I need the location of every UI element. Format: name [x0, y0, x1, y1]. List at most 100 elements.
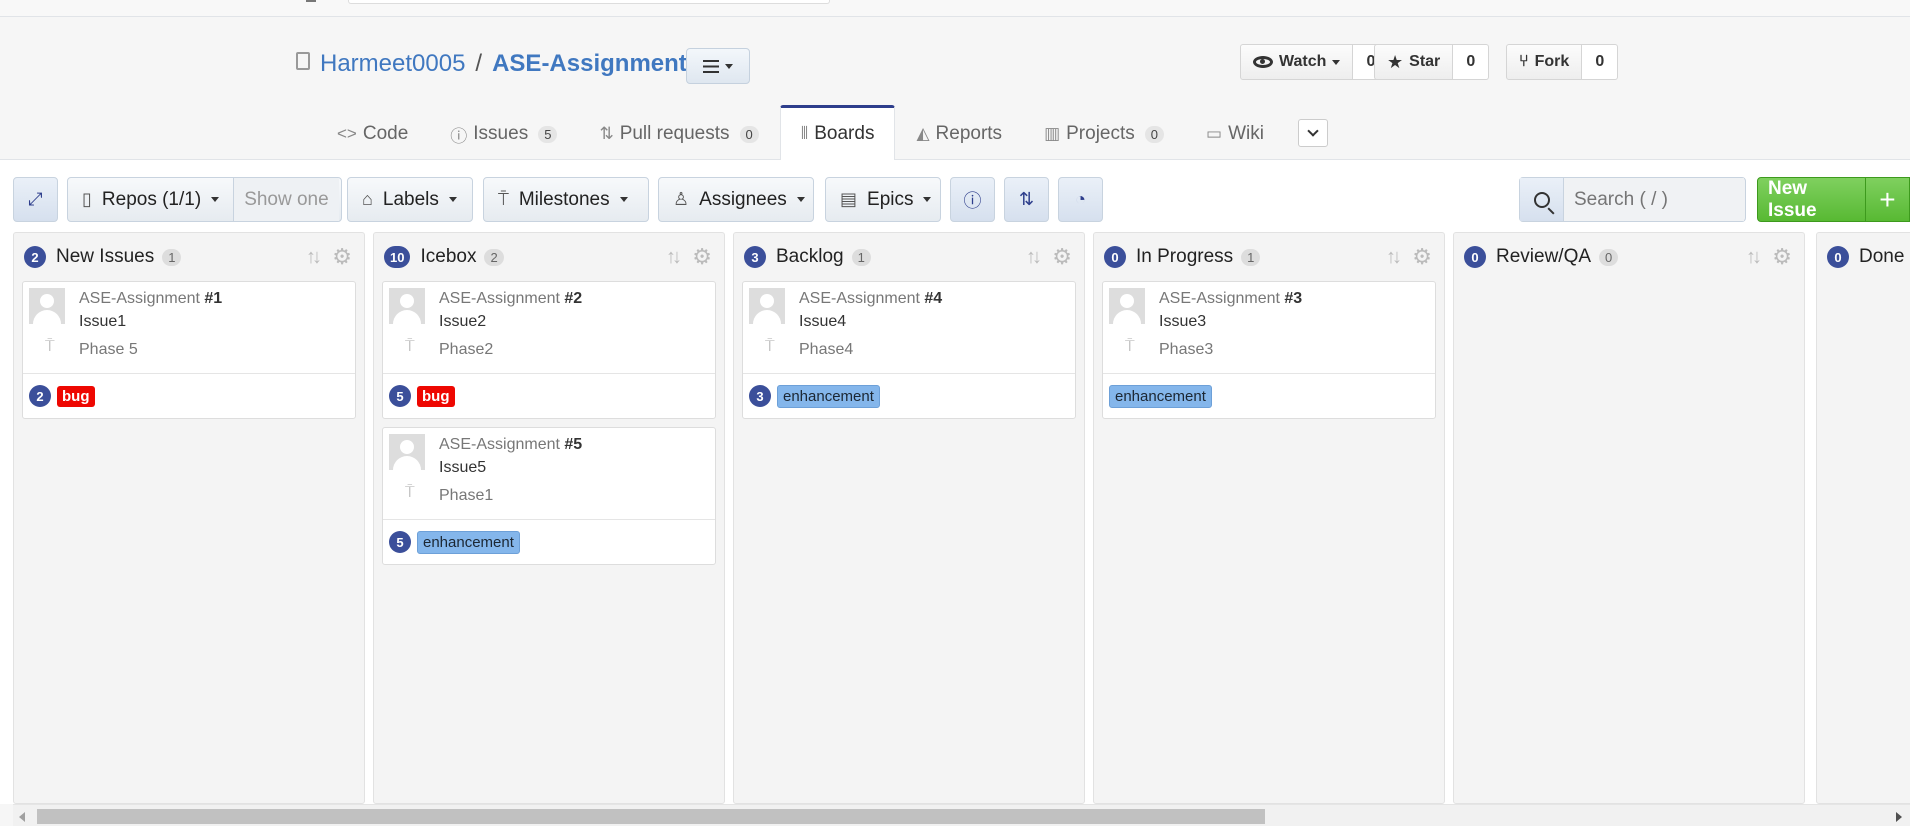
- pipeline-in-progress: 0 In Progress 1 ↑↓ ⚙ ASE-Assignment #3 I…: [1093, 232, 1445, 804]
- gear-icon[interactable]: ⚙: [1772, 244, 1792, 270]
- issue-icon: ⓘ: [963, 190, 982, 211]
- issue-milestone: Phase1: [439, 487, 494, 504]
- closed-toggle-button[interactable]: ◔: [1058, 177, 1103, 222]
- fork-count[interactable]: 0: [1582, 44, 1619, 80]
- pipeline-header: 0 Review/QA 0 ↑↓ ⚙: [1454, 233, 1804, 281]
- list-icon: [703, 59, 719, 73]
- scroll-left-icon[interactable]: [19, 812, 25, 822]
- horizontal-scrollbar[interactable]: [13, 804, 1910, 826]
- sort-icon[interactable]: ↑↓: [1386, 246, 1402, 269]
- milestones-label: Milestones: [518, 188, 610, 210]
- top-search-bar[interactable]: [348, 0, 830, 4]
- issue-card[interactable]: ASE-Assignment #5 Issue5 ⍑ Phase1 5 enha…: [382, 427, 716, 565]
- tab-wiki[interactable]: ▭ Wiki: [1185, 107, 1285, 160]
- chevron-down-icon: [448, 197, 457, 202]
- scrollbar-thumb[interactable]: [37, 809, 1265, 824]
- epics-filter[interactable]: ▤ Epics: [825, 177, 941, 222]
- labels-filter[interactable]: ⌂ Labels: [347, 177, 473, 222]
- issue-title[interactable]: Issue5: [439, 459, 486, 477]
- label-enhancement[interactable]: enhancement: [417, 530, 520, 554]
- issue-card[interactable]: ASE-Assignment #3 Issue3 ⍑ Phase3 enhanc…: [1102, 281, 1436, 419]
- pipeline-title: Review/QA: [1496, 246, 1592, 267]
- pipeline-estimate: 0: [1464, 246, 1486, 268]
- gear-icon[interactable]: ⚙: [692, 244, 712, 270]
- repos-label: Repos (1/1): [101, 188, 202, 210]
- tab-label: Projects: [1066, 123, 1135, 144]
- pipeline-review-qa: 0 Review/QA 0 ↑↓ ⚙: [1453, 232, 1805, 804]
- issue-milestone: Phase4: [799, 341, 854, 358]
- pipeline-title: Icebox: [420, 246, 477, 267]
- gear-icon[interactable]: ⚙: [1052, 244, 1072, 270]
- sort-icon[interactable]: ↑↓: [666, 246, 682, 269]
- gear-icon[interactable]: ⚙: [1412, 244, 1432, 270]
- fork-label: Fork: [1534, 53, 1570, 70]
- label-enhancement[interactable]: enhancement: [1109, 384, 1212, 408]
- search-input[interactable]: [1564, 178, 1744, 221]
- pull-requests-toggle-button[interactable]: ⇅: [1004, 177, 1049, 222]
- issue-title[interactable]: Issue3: [1159, 313, 1206, 331]
- board-toolbar: ⤢ ▯ Repos (1/1) Show one ⌂ Labels ⍑ Mile…: [0, 160, 1910, 232]
- label-bug[interactable]: bug: [57, 385, 95, 407]
- tab-issues[interactable]: ⓘ Issues 5: [429, 107, 578, 160]
- gear-icon[interactable]: ⚙: [332, 244, 352, 270]
- tab-code[interactable]: <> Code: [316, 107, 429, 160]
- eye-icon: [1253, 56, 1273, 68]
- star-count[interactable]: 0: [1453, 44, 1490, 80]
- issue-card[interactable]: ASE-Assignment #1 Issue1 ⍑ Phase 5 2 bug: [22, 281, 356, 419]
- repo-separator: /: [475, 50, 483, 77]
- issue-card[interactable]: ASE-Assignment #4 Issue4 ⍑ Phase4 3 enha…: [742, 281, 1076, 419]
- new-issue-button[interactable]: New Issue +: [1757, 177, 1910, 222]
- issue-title[interactable]: Issue1: [79, 313, 126, 331]
- label-bug[interactable]: bug: [417, 385, 455, 407]
- issue-ref[interactable]: ASE-Assignment #1: [79, 290, 222, 308]
- milestones-filter[interactable]: ⍑ Milestones: [483, 177, 649, 222]
- label-enhancement[interactable]: enhancement: [777, 384, 880, 408]
- repo-menu-button[interactable]: [686, 48, 750, 84]
- expand-button[interactable]: ⤢: [13, 177, 58, 222]
- chevron-down-icon: [796, 197, 805, 202]
- wiki-icon: ▭: [1206, 124, 1223, 143]
- issue-ref[interactable]: ASE-Assignment #4: [799, 290, 942, 308]
- repo-name-link[interactable]: ASE-Assignment: [492, 50, 687, 78]
- issue-card[interactable]: ASE-Assignment #2 Issue2 ⍑ Phase2 5 bug: [382, 281, 716, 419]
- repo-book-icon: ▯: [82, 189, 92, 209]
- issues-toggle-button[interactable]: ⓘ: [950, 177, 995, 222]
- issue-ref[interactable]: ASE-Assignment #3: [1159, 290, 1302, 308]
- star-button[interactable]: ★ Star: [1374, 44, 1454, 80]
- watch-button[interactable]: Watch: [1240, 44, 1354, 80]
- tab-counter: 5: [538, 125, 558, 143]
- pipeline-estimate: 3: [744, 246, 766, 268]
- milestone-icon: ⍑: [405, 338, 415, 355]
- issue-title[interactable]: Issue2: [439, 313, 486, 331]
- issue-milestone: Phase3: [1159, 341, 1214, 358]
- pull-request-icon: ⇅: [1018, 189, 1035, 209]
- sort-icon[interactable]: ↑↓: [306, 246, 322, 269]
- issue-ref[interactable]: ASE-Assignment #2: [439, 290, 582, 308]
- star-group: ★ Star 0: [1374, 44, 1490, 80]
- tab-pull-requests[interactable]: ⇅ Pull requests 0: [578, 107, 779, 160]
- milestone-icon: ⍑: [498, 189, 509, 209]
- tab-label: Code: [362, 123, 409, 144]
- assignees-filter[interactable]: ♙ Assignees: [658, 177, 814, 222]
- projects-icon: ▥: [1044, 124, 1061, 143]
- pipeline-title: In Progress: [1136, 246, 1234, 267]
- issue-title[interactable]: Issue4: [799, 313, 846, 331]
- chevron-down-icon: [1307, 125, 1319, 137]
- fork-button[interactable]: ⑂ Fork: [1506, 44, 1583, 80]
- tab-reports[interactable]: ◭ Reports: [895, 107, 1023, 160]
- sort-icon[interactable]: ↑↓: [1746, 246, 1762, 269]
- issue-icon: ⓘ: [450, 126, 468, 146]
- show-one-button[interactable]: Show one: [233, 178, 339, 221]
- tab-projects[interactable]: ▥ Projects 0: [1023, 107, 1185, 160]
- repo-owner-link[interactable]: Harmeet0005: [320, 50, 465, 78]
- tabs-more-button[interactable]: [1298, 119, 1328, 147]
- search-button[interactable]: [1520, 178, 1564, 221]
- scroll-right-icon[interactable]: [1896, 812, 1902, 822]
- tab-boards[interactable]: ⦀ Boards: [779, 105, 896, 160]
- star-icon: ★: [1387, 51, 1404, 72]
- repos-filter[interactable]: ▯ Repos (1/1) Show one: [67, 177, 342, 222]
- issue-ref[interactable]: ASE-Assignment #5: [439, 436, 582, 454]
- top-caret-icon: [306, 0, 316, 2]
- sort-icon[interactable]: ↑↓: [1026, 246, 1042, 269]
- assignees-label: Assignees: [699, 188, 787, 210]
